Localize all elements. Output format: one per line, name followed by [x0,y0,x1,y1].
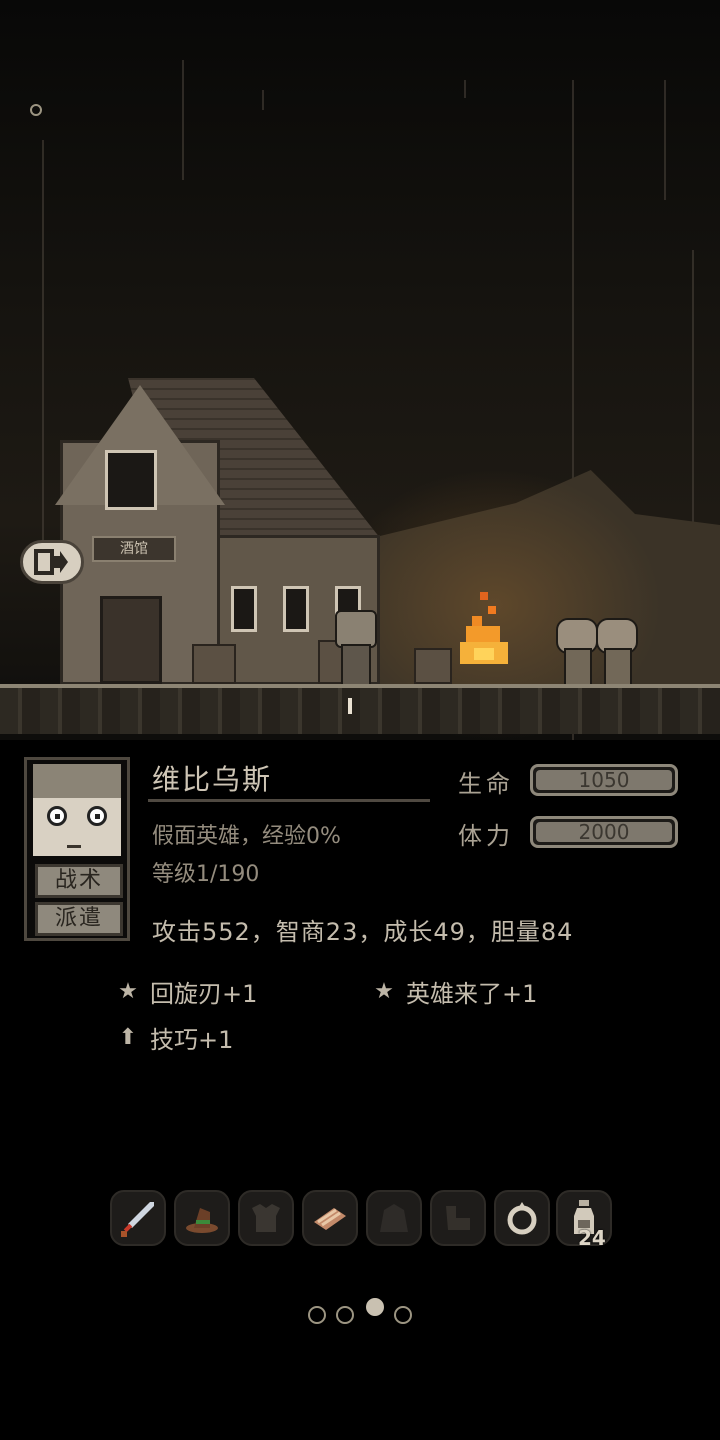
window [231,586,257,632]
inventory-slot-food[interactable] [302,1190,358,1246]
hat-icon [186,1208,218,1233]
hp-label: 生命 [458,770,514,798]
npc-sprite[interactable] [596,618,638,686]
stamina-value: 2000 [578,820,630,844]
window [283,586,309,632]
armor-icon [252,1204,280,1232]
inventory-slot-weapon[interactable] [110,1190,166,1246]
star-icon: ★ [118,978,138,1004]
crate [192,644,236,684]
campfire [460,592,510,672]
rain-streak [262,90,264,110]
hero-head [335,610,377,648]
exit-icon [34,549,68,575]
potion-count: 24 [578,1226,606,1250]
inventory-slot-hat[interactable] [174,1190,230,1246]
menu-indicator-icon[interactable] [30,104,42,116]
hp-bar: 1050 [530,764,678,796]
rain-streak [664,80,666,200]
ring-icon [507,1202,537,1235]
skill-label: 英雄来了+1 [406,980,538,1008]
inventory-slot-cloak[interactable] [366,1190,422,1246]
page-dot[interactable] [308,1306,326,1324]
inventory-slot-armor[interactable] [238,1190,294,1246]
inventory-slot-ring[interactable] [494,1190,550,1246]
skill-item: ⬆ 技巧+1 [116,1020,234,1055]
tactics-button[interactable]: 战术 [35,864,123,898]
skill-item: ★ 英雄来了+1 [372,974,537,1009]
hero-sprite[interactable] [333,610,377,686]
hero-class-exp: 假面英雄，经验0% [152,824,341,849]
star-icon: ★ [374,978,394,1004]
skill-label: 回旋刃+1 [150,980,258,1008]
rain-streak [464,80,466,98]
divider [148,799,430,802]
gloves-icon [446,1206,470,1230]
cloak-icon [380,1204,408,1232]
hp-value: 1050 [578,768,630,792]
bread-icon [314,1208,346,1230]
dispatch-button[interactable]: 派遣 [35,902,123,936]
hero-avatar [33,764,121,856]
position-marker [348,698,352,714]
rain-streak [42,140,44,560]
hero-portrait-card: 战术 派遣 [24,757,130,941]
ground [0,684,720,734]
tavern-sign: 酒馆 [92,536,176,562]
skill-label: 技巧+1 [150,1026,234,1054]
tavern-door[interactable] [100,596,162,684]
page-dot[interactable] [336,1306,354,1324]
npc-sprite[interactable] [556,618,598,686]
inventory-slot-gloves[interactable] [430,1190,486,1246]
hero-name: 维比乌斯 [152,763,273,796]
hero-attributes: 攻击552，智商23，成长49，胆量84 [152,918,574,946]
exit-button[interactable] [20,540,84,584]
up-arrow-icon: ⬆ [118,1024,138,1050]
sword-icon [121,1202,154,1237]
hero-body [341,644,371,686]
page-dot-active[interactable] [366,1298,384,1316]
skill-item: ★ 回旋刃+1 [116,974,257,1009]
game-scene: 酒馆 [0,0,720,740]
stool [414,648,452,684]
stamina-bar: 2000 [530,816,678,848]
hero-level: 等级1/190 [152,862,260,887]
page-dot[interactable] [394,1306,412,1324]
attic-window [105,450,157,510]
stamina-label: 体力 [458,822,514,850]
rain-streak [182,60,184,180]
